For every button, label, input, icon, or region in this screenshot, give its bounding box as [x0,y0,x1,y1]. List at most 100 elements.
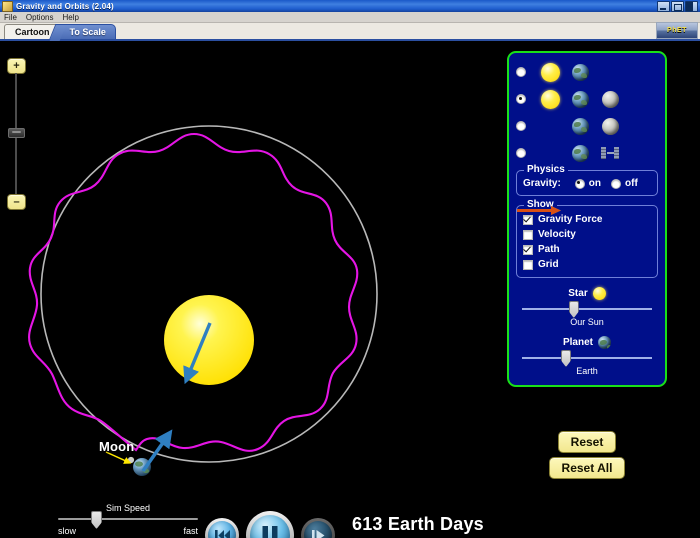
path-label: Path [538,244,560,255]
gravity-on-label: on [589,178,601,189]
star-slider-thumb[interactable] [569,301,579,318]
zoom-control[interactable]: + – [6,58,26,210]
mode-radio-sun-earth-moon[interactable] [516,94,526,104]
show-path-row[interactable]: Path [523,244,651,255]
mode-option-earth-moon[interactable] [516,114,658,138]
star-mass-slider[interactable]: Star Our Sun [516,287,658,327]
reset-all-button[interactable]: Reset All [549,457,626,479]
mode-radio-sun-earth[interactable] [516,67,526,77]
window-title: Gravity and Orbits (2.04) [16,2,114,11]
gravity-force-checkbox[interactable] [523,215,533,225]
reset-button-group: Reset Reset All [507,427,667,479]
path-checkbox[interactable] [523,245,533,255]
menu-file[interactable]: File [4,13,17,22]
tab-to-scale[interactable]: To Scale [59,24,116,39]
show-group: Show Gravity Force Velocity [516,205,658,278]
sim-speed-endlabels: slow fast [58,526,198,536]
earth-gravity-arrow [143,437,167,471]
menu-options[interactable]: Options [26,13,54,22]
zoom-out-button[interactable]: – [7,194,26,210]
gravity-off-label: off [625,178,638,189]
show-grid-row[interactable]: Grid [523,259,651,270]
planet-slider-header: Planet [516,336,658,349]
grid-label: Grid [538,259,559,270]
star-slider-header: Star [516,287,658,300]
elapsed-time-text: 613 Earth Days [352,514,484,535]
planet-slider-track[interactable] [522,357,652,359]
moon-orbit-path [29,134,357,451]
gravity-off-radio[interactable] [611,179,621,189]
star-icon [593,287,606,300]
step-forward-icon [310,528,327,538]
mode-icon-earth [565,91,595,108]
earth-orbit-path [41,126,377,462]
velocity-label: Velocity [538,229,576,240]
mode-icon-earth [565,118,595,135]
pause-button[interactable] [246,511,294,538]
sim-speed-track[interactable] [58,518,198,520]
planet-slider-value-label: Earth [516,366,658,376]
sun-body [164,295,254,385]
control-panel: Physics Gravity: on off Show [507,51,667,387]
show-velocity-row[interactable]: Velocity [523,229,651,240]
mode-radio-earth-satellite[interactable] [516,148,526,158]
tabstrip: Cartoon To Scale [0,23,700,41]
planet-slider-thumb[interactable] [561,350,571,367]
star-slider-value-label: Our Sun [516,317,658,327]
moon-label: Moon [99,439,134,454]
window-titlebar: Gravity and Orbits (2.04) ✕ [0,0,700,12]
planet-slider-title: Planet [563,337,593,348]
reset-button[interactable]: Reset [558,431,617,453]
show-gravity-force-row[interactable]: Gravity Force [523,214,651,225]
sim-speed-min-label: slow [58,526,76,536]
window-buttons: ✕ [657,1,698,12]
rewind-icon [214,528,231,538]
mode-radio-earth-moon[interactable] [516,121,526,131]
minimize-button[interactable] [657,1,670,12]
gravity-force-label: Gravity Force [538,214,602,225]
simulation-canvas[interactable]: + – Moon Sim Speed slow fast [0,41,700,538]
zoom-in-button[interactable]: + [7,58,26,74]
star-slider-track[interactable] [522,308,652,310]
grid-checkbox[interactable] [523,260,533,270]
pause-icon [261,525,279,538]
close-button[interactable]: ✕ [685,1,698,12]
mode-icon-earth [565,64,595,81]
step-forward-button[interactable] [301,518,335,538]
velocity-checkbox[interactable] [523,230,533,240]
sim-speed-max-label: fast [183,526,198,536]
gravity-off-option[interactable]: off [611,178,638,189]
planet-mass-slider[interactable]: Planet Earth [516,336,658,376]
mode-option-earth-satellite[interactable] [516,141,658,165]
sim-speed-slider[interactable]: Sim Speed slow fast [58,503,198,536]
phet-logo[interactable]: PhET [656,22,698,39]
app-icon [2,1,13,12]
mode-icon-satellite [595,147,625,159]
zoom-slider-thumb[interactable] [8,128,25,138]
planet-icon [598,336,611,349]
gravity-on-radio[interactable] [575,179,585,189]
moon-body [128,457,134,463]
physics-group-title: Physics [524,164,568,175]
mode-icon-sun [535,63,565,82]
mode-selector [516,60,658,165]
rewind-button[interactable] [205,518,239,538]
gravity-on-option[interactable]: on [575,178,601,189]
maximize-button[interactable] [671,1,684,12]
gravity-label: Gravity: [523,178,561,189]
star-slider-title: Star [568,288,587,299]
menu-help[interactable]: Help [62,13,78,22]
gravity-row: Gravity: on off [523,178,651,189]
mode-option-sun-earth-moon[interactable] [516,87,658,111]
sim-speed-title: Sim Speed [58,503,198,513]
velocity-arrow-icon [517,206,561,215]
mode-icon-moon [595,118,625,135]
menubar: File Options Help [0,12,700,23]
transport-controls: 613 Earth Days Clear [205,511,484,538]
mode-icon-sun [535,90,565,109]
mode-icon-moon [595,91,625,108]
physics-group: Physics Gravity: on off [516,170,658,196]
mode-icon-earth [565,145,595,162]
app-window: Gravity and Orbits (2.04) ✕ File Options… [0,0,700,538]
mode-option-sun-earth[interactable] [516,60,658,84]
